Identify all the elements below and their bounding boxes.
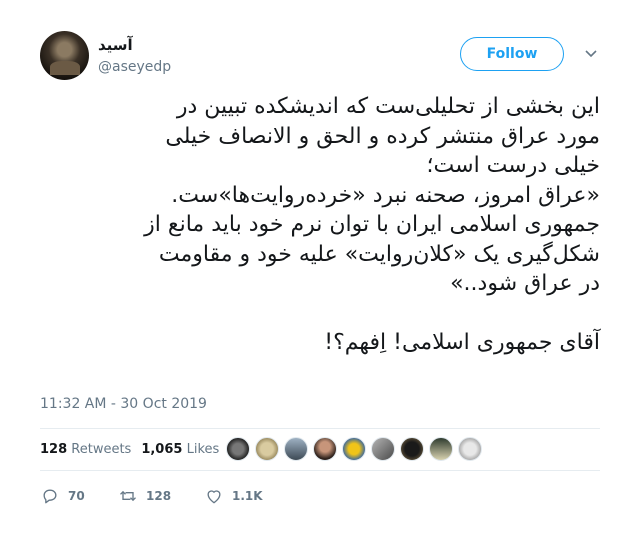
- tweet-stats: 128 Retweets 1,065 Likes: [40, 431, 229, 467]
- liker-avatar[interactable]: [255, 437, 279, 461]
- liker-avatar[interactable]: [342, 437, 366, 461]
- liker-avatar[interactable]: [313, 437, 337, 461]
- reply-count: 70: [68, 489, 85, 503]
- divider: [40, 470, 600, 471]
- likes-stat[interactable]: 1,065 Likes: [141, 442, 219, 457]
- heart-icon: [207, 490, 221, 504]
- like-count: 1.1K: [232, 489, 263, 503]
- retweet-icon: [120, 490, 136, 502]
- liker-avatar[interactable]: [458, 437, 482, 461]
- retweet-button[interactable]: 128: [118, 486, 204, 506]
- tweet-actions: 70 128 1.1K: [40, 484, 290, 508]
- retweets-label: Retweets: [71, 441, 132, 457]
- retweets-stat[interactable]: 128 Retweets: [40, 442, 131, 457]
- liker-avatar[interactable]: [371, 437, 395, 461]
- likes-count: 1,065: [141, 441, 183, 457]
- follow-button[interactable]: Follow: [460, 37, 564, 71]
- like-button[interactable]: 1.1K: [204, 486, 290, 506]
- tweet-text: این بخشی از تحلیلی‌ست که اندیشکده تبیین …: [144, 94, 600, 355]
- retweets-count: 128: [40, 441, 68, 457]
- liker-avatar[interactable]: [429, 437, 453, 461]
- reply-button[interactable]: 70: [40, 486, 118, 506]
- user-handle[interactable]: @aseyedp: [98, 59, 171, 75]
- liker-avatars: [226, 437, 487, 461]
- reply-icon: [43, 489, 57, 504]
- likes-label: Likes: [186, 441, 220, 457]
- liker-avatar[interactable]: [400, 437, 424, 461]
- display-name[interactable]: آسید: [98, 36, 133, 54]
- liker-avatar[interactable]: [284, 437, 308, 461]
- avatar[interactable]: [40, 31, 89, 80]
- divider: [40, 428, 600, 429]
- tweet-timestamp[interactable]: 11:32 AM - 30 Oct 2019: [40, 396, 207, 412]
- liker-avatar[interactable]: [226, 437, 250, 461]
- chevron-down-icon[interactable]: [584, 47, 598, 61]
- tweet-header: آسید @aseyedp Follow: [0, 0, 640, 90]
- retweet-count: 128: [146, 489, 172, 503]
